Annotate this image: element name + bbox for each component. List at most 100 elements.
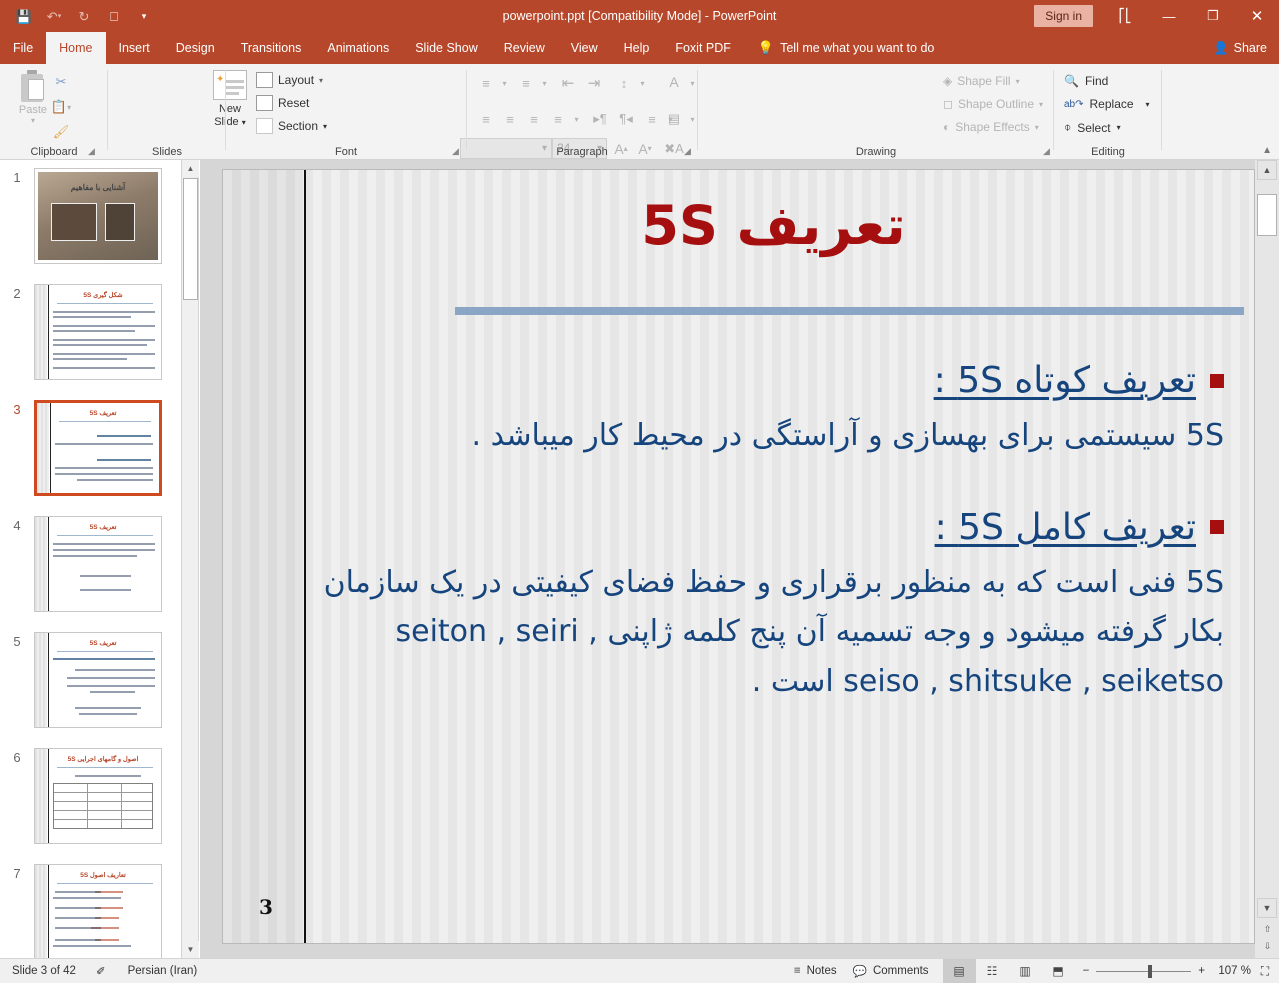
justify-dropdown-icon[interactable]: ▾ xyxy=(570,108,583,130)
paste-dropdown-icon[interactable]: ▾ xyxy=(31,116,35,125)
bullets-button[interactable]: ≡ xyxy=(474,72,498,94)
zoom-knob[interactable] xyxy=(1148,965,1152,978)
start-presentation-icon[interactable]: ⎕ xyxy=(100,3,128,29)
thumbnail-preview[interactable]: تعریف 5S xyxy=(34,400,162,496)
customize-quick-access-toolbar-icon[interactable]: ▾ xyxy=(130,3,158,29)
reading-view-button[interactable]: ▥ xyxy=(1009,959,1042,983)
ribbon-display-options-icon[interactable]: ⎡⎣ xyxy=(1103,0,1147,32)
tab-help[interactable]: Help xyxy=(611,32,663,64)
shape-outline-button[interactable]: ◻ Shape Outline ▾ xyxy=(943,97,1043,111)
scroll-thumb[interactable] xyxy=(1257,194,1277,236)
cut-icon[interactable]: ✂ xyxy=(50,72,72,92)
slide-vertical-scrollbar[interactable]: ▲ ▼ ⇧ ⇩ xyxy=(1255,160,1279,958)
scroll-up-icon[interactable]: ▲ xyxy=(1257,160,1277,180)
clipboard-dialog-launcher[interactable]: ◢ xyxy=(88,146,95,157)
thumbnail-preview[interactable]: اصول و گامهای اجرایی 5S xyxy=(34,748,162,844)
tab-insert[interactable]: Insert xyxy=(106,32,163,64)
slide-title[interactable]: تعریف 5S xyxy=(323,194,1224,257)
share-button[interactable]: 👤 Share xyxy=(1213,32,1267,64)
line-spacing-button[interactable]: ↕ xyxy=(612,72,636,94)
undo-icon[interactable]: ↶▾ xyxy=(40,3,68,29)
zoom-level-label[interactable]: 107 % xyxy=(1213,965,1251,977)
previous-slide-icon[interactable]: ⇧ xyxy=(1261,923,1274,936)
thumbnail-scroll-down-icon[interactable]: ▼ xyxy=(182,941,199,958)
thumbnail-preview[interactable]: تعریف 5S xyxy=(34,516,162,612)
numbering-dropdown-icon[interactable]: ▾ xyxy=(538,72,551,94)
thumbnail-slide-4[interactable]: 4 تعریف 5S xyxy=(0,516,182,612)
align-center-button[interactable]: ≡ xyxy=(498,108,522,130)
tab-transitions[interactable]: Transitions xyxy=(228,32,315,64)
restore-icon[interactable]: ❐ xyxy=(1191,0,1235,32)
drawing-dialog-launcher[interactable]: ◢ xyxy=(1043,146,1050,157)
current-slide[interactable]: تعریف 5S تعریف کوتاه 5S : 5S سیستمی برای… xyxy=(222,169,1255,944)
zoom-in-button[interactable]: + xyxy=(1198,965,1205,977)
redo-icon[interactable]: ↻ xyxy=(70,3,98,29)
align-left-button[interactable]: ≡ xyxy=(474,108,498,130)
thumbnail-panel-scrollbar[interactable]: ▲ ▼ xyxy=(182,160,199,958)
bullet-item-1[interactable]: تعریف کوتاه 5S : xyxy=(323,360,1224,401)
notes-button[interactable]: ≡ Notes xyxy=(794,965,837,977)
tab-file[interactable]: File xyxy=(0,32,46,64)
thumbnail-slide-2[interactable]: 2 شکل گیری 5S xyxy=(0,284,182,380)
shape-fill-button[interactable]: ◈ Shape Fill ▾ xyxy=(943,74,1020,88)
slide-body-placeholder[interactable]: تعریف کوتاه 5S : 5S سیستمی برای بهسازی و… xyxy=(323,360,1224,706)
tab-animations[interactable]: Animations xyxy=(314,32,402,64)
thumbnail-scroll-thumb[interactable] xyxy=(183,178,198,300)
font-dialog-launcher[interactable]: ◢ xyxy=(452,146,459,157)
tab-review[interactable]: Review xyxy=(491,32,558,64)
slide-show-button[interactable]: ⬒ xyxy=(1042,959,1075,983)
tab-home[interactable]: Home xyxy=(46,32,105,64)
bullets-dropdown-icon[interactable]: ▾ xyxy=(498,72,511,94)
slide-thumbnail-panel[interactable]: 1 آشنایی با مفاهیم 2 شکل گیری 5S xyxy=(0,160,182,958)
format-painter-icon[interactable]: 🖌 xyxy=(50,122,72,142)
language-indicator[interactable]: Persian (Iran) xyxy=(128,965,198,977)
zoom-out-button[interactable]: − xyxy=(1083,965,1090,977)
thumbnail-scroll-up-icon[interactable]: ▲ xyxy=(182,160,199,177)
slide-indicator[interactable]: Slide 3 of 42 xyxy=(12,965,76,977)
tell-me-search[interactable]: 💡 Tell me what you want to do xyxy=(758,32,934,64)
tab-slide-show[interactable]: Slide Show xyxy=(402,32,491,64)
tab-design[interactable]: Design xyxy=(163,32,228,64)
normal-view-button[interactable]: ▤ xyxy=(943,959,976,983)
numbering-button[interactable]: ≡ xyxy=(514,72,538,94)
thumbnail-preview[interactable]: آشنایی با مفاهیم xyxy=(34,168,162,264)
ltr-text-direction-button[interactable]: ▸¶ xyxy=(588,108,612,130)
comments-button[interactable]: 💬 Comments xyxy=(853,964,929,978)
thumbnail-preview[interactable]: شکل گیری 5S xyxy=(34,284,162,380)
next-slide-icon[interactable]: ⇩ xyxy=(1261,940,1274,953)
thumbnail-slide-1[interactable]: 1 آشنایی با مفاهیم xyxy=(0,168,182,264)
slide-sorter-view-button[interactable]: ☷ xyxy=(976,959,1009,983)
minimize-icon[interactable]: — xyxy=(1147,0,1191,32)
bullet-item-2[interactable]: تعریف کامل 5S : xyxy=(323,507,1224,548)
slide-editing-area[interactable]: تعریف 5S تعریف کوتاه 5S : 5S سیستمی برای… xyxy=(200,160,1255,958)
tab-view[interactable]: View xyxy=(558,32,611,64)
sign-in-button[interactable]: Sign in xyxy=(1034,5,1093,27)
collapse-ribbon-icon[interactable]: ▲ xyxy=(1262,145,1272,156)
justify-button[interactable]: ≡ xyxy=(546,108,570,130)
fit-slide-to-window-icon[interactable]: ⛶ xyxy=(1251,964,1279,979)
close-icon[interactable]: ✕ xyxy=(1235,0,1279,32)
tab-foxit-pdf[interactable]: Foxit PDF xyxy=(662,32,744,64)
zoom-track[interactable] xyxy=(1096,971,1191,972)
scroll-down-icon[interactable]: ▼ xyxy=(1257,898,1277,918)
thumbnail-slide-7[interactable]: 7 تعاریف اصول 5S xyxy=(0,864,182,958)
increase-indent-button[interactable]: ⇥ xyxy=(582,72,606,94)
paragraph-dialog-launcher[interactable]: ◢ xyxy=(684,146,691,157)
thumbnail-preview[interactable]: تعریف 5S xyxy=(34,632,162,728)
replace-button[interactable]: ab↷ Replace ▾ xyxy=(1064,97,1150,111)
rtl-text-direction-button[interactable]: ¶◂ xyxy=(614,108,638,130)
thumbnail-slide-3[interactable]: 3 تعریف 5S xyxy=(0,400,182,496)
decrease-indent-button[interactable]: ⇤ xyxy=(556,72,580,94)
zoom-slider[interactable]: − + xyxy=(1083,965,1205,977)
thumbnail-preview[interactable]: تعاریف اصول 5S xyxy=(34,864,162,958)
thumbnail-slide-5[interactable]: 5 تعریف 5S xyxy=(0,632,182,728)
convert-to-smartart-button[interactable]: ▤ xyxy=(662,108,686,130)
thumbnail-slide-6[interactable]: 6 اصول و گامهای اجرایی 5S xyxy=(0,748,182,844)
text-direction-button[interactable]: A xyxy=(662,70,686,94)
line-spacing-dropdown-icon[interactable]: ▾ xyxy=(636,72,649,94)
select-button[interactable]: ⌽ Select ▾ xyxy=(1064,120,1121,135)
copy-icon[interactable]: 📋▾ xyxy=(50,97,72,117)
save-icon[interactable]: 💾 xyxy=(10,3,38,29)
shape-effects-button[interactable]: ◐ Shape Effects ▾ xyxy=(943,120,1039,134)
find-button[interactable]: 🔍 Find xyxy=(1064,74,1108,88)
